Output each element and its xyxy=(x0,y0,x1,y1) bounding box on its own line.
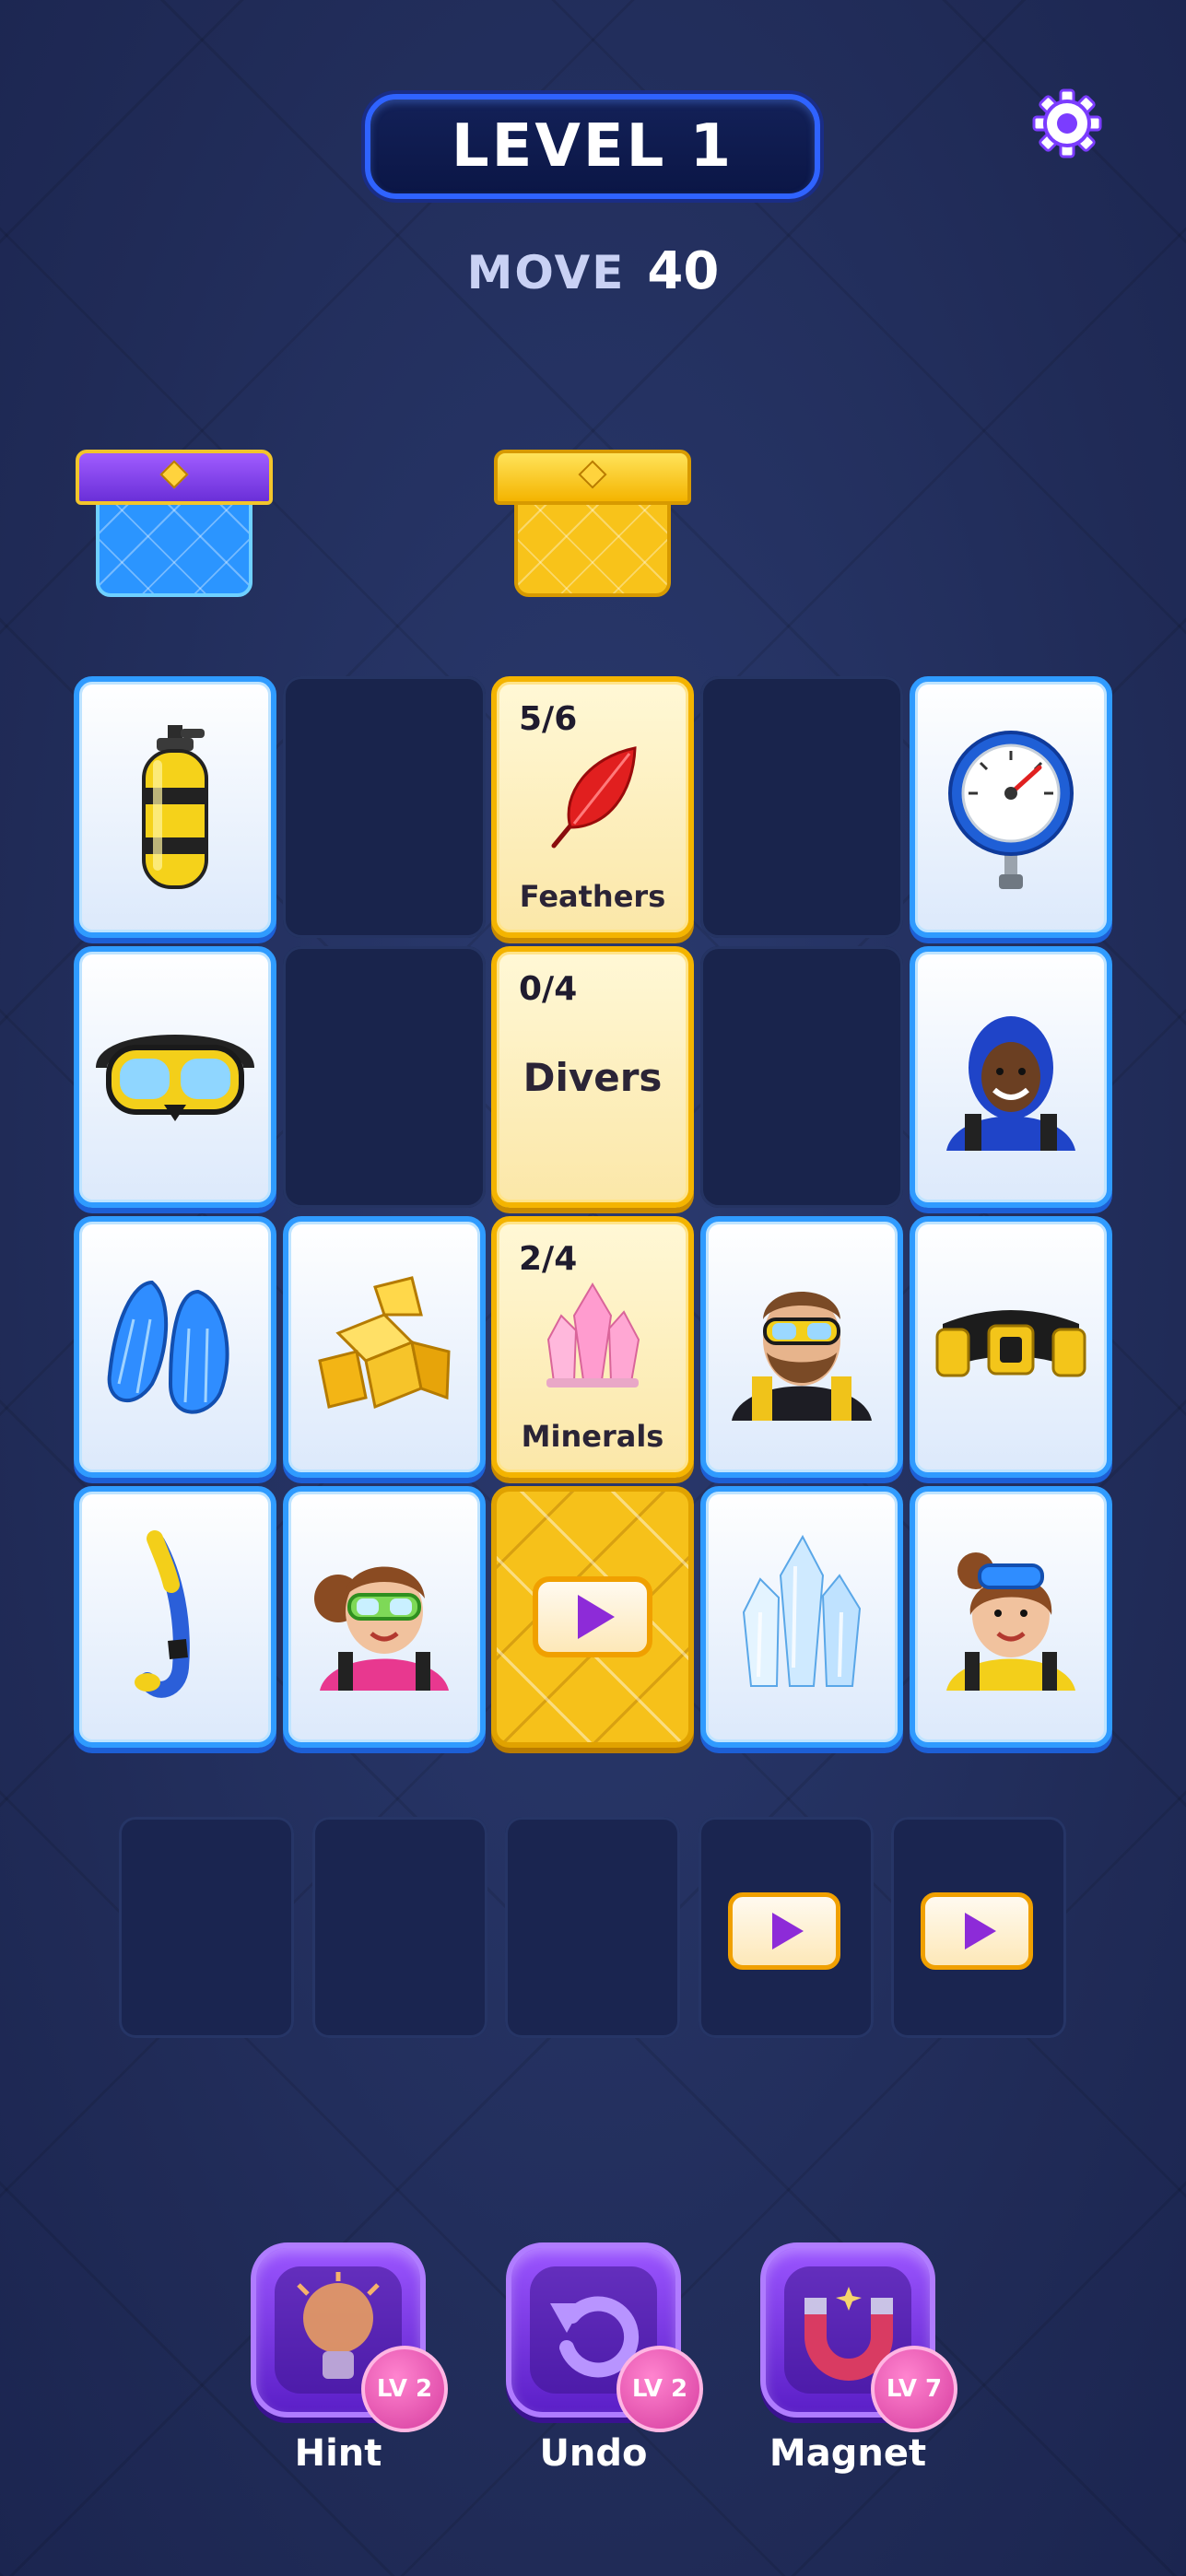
tray-slot xyxy=(119,1817,294,2038)
tile-diver-girl-green-mask[interactable] xyxy=(283,1486,486,1748)
tile-ice-crystal[interactable] xyxy=(700,1486,903,1748)
tray-slot xyxy=(505,1817,680,2038)
goal-count: 2/4 xyxy=(519,1240,578,1278)
play-icon xyxy=(965,1913,996,1950)
empty-cell xyxy=(283,676,486,938)
hint-booster[interactable]: LV 2 xyxy=(251,2242,448,2432)
scuba-tank-icon xyxy=(142,725,208,889)
diver-girl-blue-mask-icon xyxy=(946,1552,1075,1691)
gold-nuggets-icon xyxy=(318,1276,451,1410)
snorkel-icon xyxy=(135,1530,190,1698)
unlock-slot-button[interactable] xyxy=(921,1892,1033,1970)
tile-diver-bearded[interactable] xyxy=(700,1216,903,1478)
goal-label: Divers xyxy=(523,1055,663,1100)
locked-tile[interactable] xyxy=(491,1486,694,1748)
undo-booster[interactable]: LV 2 xyxy=(506,2242,703,2432)
diving-mask-icon xyxy=(96,1035,254,1121)
tile-snorkel[interactable] xyxy=(74,1486,276,1748)
tray-slot-locked xyxy=(891,1817,1066,2038)
level-banner: LEVEL 1 xyxy=(365,94,820,199)
level-title: LEVEL 1 xyxy=(451,112,734,181)
tile-diver-girl-blue-mask[interactable] xyxy=(910,1486,1112,1748)
tile-weight-belt[interactable] xyxy=(910,1216,1112,1478)
level-badge: LV 2 xyxy=(361,2346,448,2432)
weight-belt-icon xyxy=(935,1310,1086,1377)
play-icon xyxy=(578,1595,615,1639)
tray-slot xyxy=(312,1817,487,2038)
moves-label: MOVE xyxy=(466,246,626,299)
diver-blue-suit-icon xyxy=(946,1016,1075,1151)
diver-bearded-icon xyxy=(732,1292,872,1421)
empty-cell xyxy=(700,946,903,1208)
goal-count: 5/6 xyxy=(519,700,578,738)
box-body xyxy=(514,498,671,597)
unlock-slot-button[interactable] xyxy=(728,1892,840,1970)
hint-label: Hint xyxy=(294,2432,382,2475)
swim-fins-icon xyxy=(107,1280,229,1414)
ice-crystal-icon xyxy=(742,1534,862,1687)
purple-blue-box[interactable] xyxy=(76,450,273,597)
moves-counter: MOVE 40 xyxy=(0,241,1186,301)
pressure-gauge-icon xyxy=(948,731,1074,889)
goal-label: Feathers xyxy=(519,879,666,914)
goal-count: 0/4 xyxy=(519,970,578,1008)
empty-cell xyxy=(700,676,903,938)
tray-slot-locked xyxy=(699,1817,874,2038)
tile-scuba-tank[interactable] xyxy=(74,676,276,938)
level-badge: LV 2 xyxy=(616,2346,703,2432)
settings-button[interactable] xyxy=(1032,88,1102,158)
tile-diving-mask[interactable] xyxy=(74,946,276,1208)
tile-diver-blue-suit[interactable] xyxy=(910,946,1112,1208)
diver-girl-green-mask-icon xyxy=(314,1566,449,1691)
goal-tile-minerals: 2/4 Minerals xyxy=(491,1216,694,1478)
empty-cell xyxy=(283,946,486,1208)
play-icon xyxy=(772,1913,804,1950)
gold-box[interactable] xyxy=(494,450,691,597)
tile-pressure-gauge[interactable] xyxy=(910,676,1112,938)
gear-icon xyxy=(1032,88,1102,158)
goal-label: Minerals xyxy=(521,1419,664,1454)
tile-swim-fins[interactable] xyxy=(74,1216,276,1478)
undo-label: Undo xyxy=(539,2432,648,2475)
red-feather-icon xyxy=(551,746,637,849)
level-badge: LV 7 xyxy=(871,2346,957,2432)
moves-value: 40 xyxy=(647,241,720,301)
goal-tile-divers: 0/4 Divers xyxy=(491,946,694,1208)
magnet-booster[interactable]: LV 7 xyxy=(760,2242,957,2432)
tile-gold-nuggets[interactable] xyxy=(283,1216,486,1478)
box-body xyxy=(96,498,252,597)
pink-crystal-icon xyxy=(546,1282,640,1388)
goal-tile-feathers: 5/6 Feathers xyxy=(491,676,694,938)
magnet-label: Magnet xyxy=(769,2432,927,2475)
play-badge xyxy=(533,1576,652,1657)
